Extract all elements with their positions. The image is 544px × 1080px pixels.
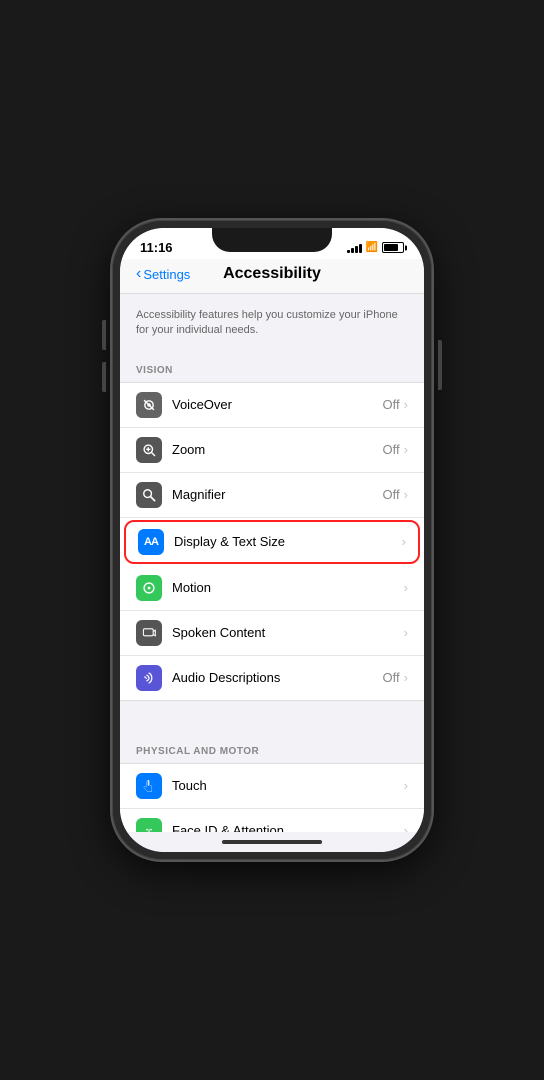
zoom-value: Off <box>383 442 400 457</box>
section-gap <box>120 702 424 730</box>
volume-up-button[interactable] <box>102 320 106 350</box>
back-arrow-icon: ‹ <box>136 266 141 282</box>
battery-icon <box>382 242 404 253</box>
voiceover-icon <box>136 392 162 418</box>
magnifier-item[interactable]: Magnifier Off › <box>120 473 424 518</box>
side-button-hardware[interactable] <box>438 340 442 390</box>
display-text-size-chevron-icon: › <box>402 534 406 549</box>
voiceover-label: VoiceOver <box>172 397 383 412</box>
audio-descriptions-value: Off <box>383 670 400 685</box>
status-time: 11:16 <box>140 240 173 255</box>
phone-screen: 11:16 📶 ‹ Settings Accessibility <box>120 228 424 852</box>
voiceover-item[interactable]: VoiceOver Off › <box>120 383 424 428</box>
voiceover-value: Off <box>383 397 400 412</box>
motion-label: Motion <box>172 580 400 595</box>
motion-chevron-icon: › <box>404 580 408 595</box>
navigation-bar: ‹ Settings Accessibility <box>120 259 424 294</box>
vision-settings-group: VoiceOver Off › Zoom Off › <box>120 382 424 701</box>
magnifier-label: Magnifier <box>172 487 383 502</box>
spoken-content-chevron-icon: › <box>404 625 408 640</box>
page-title: Accessibility <box>223 265 321 283</box>
physical-motor-group: Touch › Face ID & Attention › <box>120 763 424 832</box>
faceid-chevron-icon: › <box>404 823 408 832</box>
phone-frame: 11:16 📶 ‹ Settings Accessibility <box>112 220 432 860</box>
notch <box>212 228 332 252</box>
vision-section: VISION VoiceOver Off › <box>120 349 424 701</box>
magnifier-chevron-icon: › <box>404 487 408 502</box>
back-label: Settings <box>143 267 190 282</box>
faceid-item[interactable]: Face ID & Attention › <box>120 809 424 832</box>
physical-motor-header: PHYSICAL AND MOTOR <box>120 730 424 763</box>
motion-item[interactable]: Motion › <box>120 566 424 611</box>
touch-label: Touch <box>172 778 404 793</box>
wifi-icon: 📶 <box>366 242 378 253</box>
spoken-content-item[interactable]: Spoken Content › <box>120 611 424 656</box>
display-text-size-label: Display & Text Size <box>174 534 398 549</box>
home-indicator <box>120 832 424 852</box>
zoom-chevron-icon: › <box>404 442 408 457</box>
magnifier-icon <box>136 482 162 508</box>
back-button[interactable]: ‹ Settings <box>136 266 190 282</box>
audio-descriptions-chevron-icon: › <box>404 670 408 685</box>
faceid-icon <box>136 818 162 832</box>
audio-descriptions-icon <box>136 665 162 691</box>
audio-descriptions-label: Audio Descriptions <box>172 670 383 685</box>
signal-icon <box>347 242 362 253</box>
display-text-size-icon: AA <box>138 529 164 555</box>
home-bar <box>222 840 322 844</box>
volume-down-button[interactable] <box>102 362 106 392</box>
status-icons: 📶 <box>347 242 404 253</box>
zoom-item[interactable]: Zoom Off › <box>120 428 424 473</box>
voiceover-chevron-icon: › <box>404 397 408 412</box>
description-section: Accessibility features help you customiz… <box>120 294 424 349</box>
touch-icon <box>136 773 162 799</box>
zoom-label: Zoom <box>172 442 383 457</box>
physical-motor-section: PHYSICAL AND MOTOR Touch › <box>120 730 424 832</box>
touch-chevron-icon: › <box>404 778 408 793</box>
zoom-icon <box>136 437 162 463</box>
spoken-content-icon <box>136 620 162 646</box>
audio-descriptions-item[interactable]: Audio Descriptions Off › <box>120 656 424 700</box>
description-text: Accessibility features help you customiz… <box>136 308 408 339</box>
vision-section-header: VISION <box>120 349 424 382</box>
magnifier-value: Off <box>383 487 400 502</box>
touch-item[interactable]: Touch › <box>120 764 424 809</box>
content-area: Accessibility features help you customiz… <box>120 294 424 832</box>
motion-icon <box>136 575 162 601</box>
faceid-label: Face ID & Attention <box>172 823 404 832</box>
display-text-size-item[interactable]: AA Display & Text Size › <box>124 520 420 564</box>
spoken-content-label: Spoken Content <box>172 625 400 640</box>
